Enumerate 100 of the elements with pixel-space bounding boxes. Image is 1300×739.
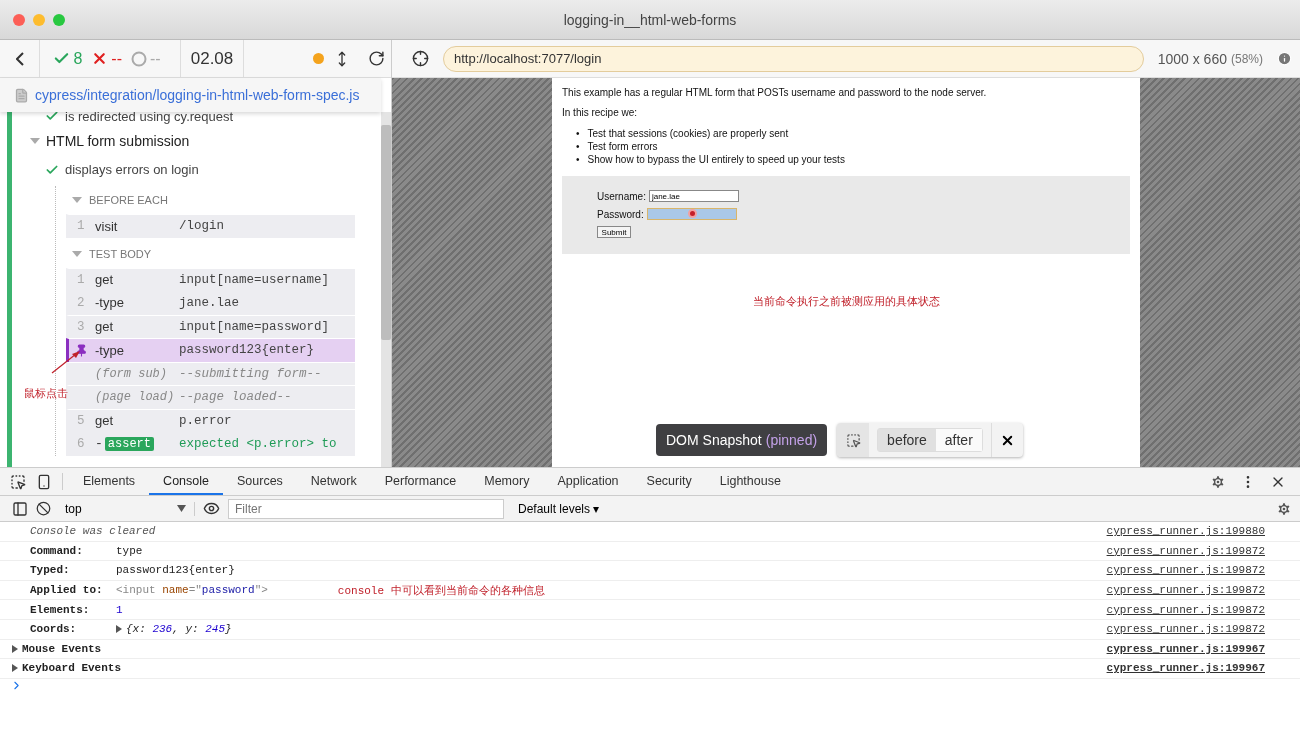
viewport-scale: (58%) [1231,51,1263,66]
levels-dropdown[interactable]: Default levels ▾ [512,500,606,517]
property-label: Elements: [30,603,91,616]
annotation-text: 鼠标点击 [24,386,68,401]
clear-console-icon[interactable] [36,501,51,516]
snapshot-tab[interactable]: after [935,429,982,451]
command-row[interactable]: 2 -type jane.lae [66,291,355,315]
reload-button[interactable] [368,50,385,67]
command-row[interactable]: 3 get input[name=password] [66,314,355,338]
eye-icon[interactable] [203,500,220,517]
failed-count: -- [111,49,122,68]
hook-header[interactable]: BEFORE EACH [66,186,355,214]
info-icon[interactable] [1277,51,1292,66]
property-value: 1 [116,603,123,616]
field-label: Username: [597,190,646,202]
group-label[interactable]: Mouse Events [22,642,102,655]
expand-triangle-icon[interactable] [12,664,18,673]
source-link[interactable]: cypress_runner.js:199872 [1106,623,1265,636]
devtools-tab[interactable]: Network [296,468,371,495]
devtools-tab[interactable]: Elements [69,468,150,495]
bullet-marker: • [576,153,580,166]
command-message: jane.lae [179,295,239,310]
command-name: - [95,436,103,452]
annotation-text: 当前命令执行之前被测应用的具体状态 [752,294,940,309]
line-number: 3 [76,319,86,334]
url-field[interactable]: http://localhost:7077/login [443,45,1144,72]
window-title: logging-in__html-web-forms [562,11,738,28]
command-name: visit [95,218,119,234]
source-link[interactable]: cypress_runner.js:199872 [1106,544,1265,557]
source-link[interactable]: cypress_runner.js:199872 [1106,584,1265,597]
command-row[interactable]: -type password123{enter} [66,338,355,362]
devtools-tab[interactable]: Security [632,468,706,495]
property-label: Typed: [30,564,71,577]
command-message: expected <p.error> to [179,436,337,451]
password-input[interactable] [646,208,737,220]
source-link[interactable]: cypress_runner.js:199872 [1106,603,1265,616]
hook-title: BEFORE EACH [89,194,168,206]
scrollbar-thumb[interactable] [381,125,391,340]
source-link[interactable]: cypress_runner.js:199967 [1106,662,1265,675]
username-input[interactable]: jane.lae [648,190,739,202]
caret-icon [72,250,82,257]
line-number: 2 [76,295,86,310]
assert-badge: assert [104,436,155,451]
submit-button[interactable]: Submit [597,226,631,238]
command-name: -type [95,342,125,358]
command-name: get [95,319,115,335]
filter-field[interactable]: Filter [228,498,504,519]
command-row[interactable]: 1 get input[name=username] [66,267,355,291]
expand-triangle-icon[interactable] [116,625,122,634]
property-label: Coords: [30,623,78,636]
hook-header[interactable]: TEST BODY [66,239,355,268]
property-value: {x: 236, y: 245} [126,623,232,636]
context-select[interactable]: top [59,501,195,516]
command-row[interactable]: 5 get p.error [66,408,355,432]
suite-title: HTML form submission [46,132,190,149]
sidebar-toggle-icon[interactable] [12,500,28,517]
group-label[interactable]: Keyboard Events [22,662,122,675]
command-name: get [95,413,115,429]
command-name: (page load) [95,390,176,405]
field-label: Password: [597,208,644,220]
selector-crosshair-icon[interactable] [412,50,429,67]
devtools-tab[interactable]: Sources [223,468,297,495]
expand-triangle-icon[interactable] [12,644,18,653]
command-message: input[name=username] [179,272,330,287]
command-message: /login [179,219,224,234]
property-value: type [116,544,143,557]
command-row[interactable]: 6 - assert expected <p.error> to [66,432,355,456]
source-link[interactable]: cypress_runner.js:199872 [1106,564,1265,577]
property-value: <input name="password"> [116,584,268,597]
devtools-tab[interactable]: Memory [470,468,544,495]
pending-count: -- [149,49,161,68]
annotation-arrow [50,349,82,375]
viewport-size: 1000 x 660 [1157,50,1227,67]
command-row[interactable]: 1 visit /login [66,214,355,238]
dropdown-caret-icon [177,505,186,512]
devtools-tab[interactable]: Application [543,468,633,495]
devtools-tab[interactable]: Lighthouse [705,468,795,495]
line-number: 5 [76,413,86,428]
source-link[interactable]: cypress_runner.js:199967 [1106,642,1265,655]
back-button[interactable] [15,51,24,66]
status-dot-icon [313,53,324,64]
line-number: 6 [76,436,86,451]
highlight-toggle-icon[interactable] [837,423,870,457]
command-message: --page loaded-- [179,390,292,405]
line-number: 1 [76,272,86,287]
command-message: p.error [179,413,232,428]
command-message: input[name=password] [179,319,330,334]
source-link[interactable]: cypress_runner.js:199880 [1106,525,1265,538]
suite-row[interactable]: HTML form submission [12,126,381,155]
device-icon[interactable] [36,473,52,490]
pending-circle-icon [130,50,147,67]
duration: 02.08 [190,48,234,69]
devtools-tab[interactable]: Performance [370,468,471,495]
inspect-icon[interactable] [10,473,26,490]
test-title[interactable]: is redirected using cy.request [65,112,234,124]
settings-icon[interactable] [1276,500,1292,517]
test-title[interactable]: displays errors on login [65,162,199,177]
snapshot-tab[interactable]: before [878,429,936,451]
settings-icon[interactable] [1210,473,1226,490]
snapshot-label: DOM Snapshot (pinned) [656,424,828,456]
